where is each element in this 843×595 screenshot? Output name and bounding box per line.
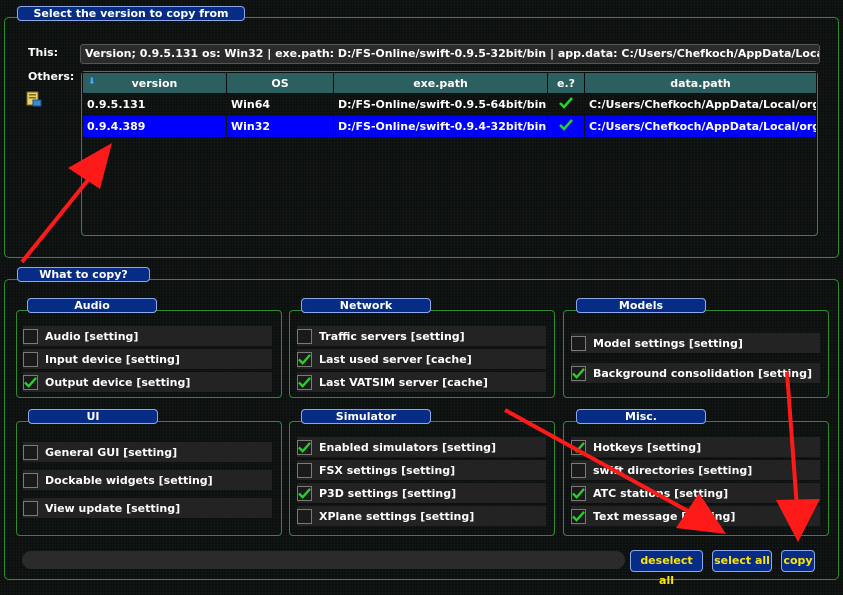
network-group-title: Network (301, 298, 431, 313)
checkbox-box[interactable] (297, 462, 312, 478)
checkbox-box[interactable] (23, 351, 38, 367)
checkbox-box[interactable] (297, 508, 312, 524)
fsx-settings-checkbox[interactable]: FSX settings [setting] (297, 460, 546, 480)
what-to-copy-legend: What to copy? (17, 267, 150, 282)
column-header-exe-path[interactable]: exe.path (333, 72, 548, 94)
copy-button[interactable]: copy (781, 550, 815, 572)
output-device-checkbox[interactable]: Output device [setting] (23, 372, 272, 392)
column-header-version[interactable]: ⬇ version (82, 72, 227, 94)
models-group-title: Models (576, 298, 706, 313)
input-device-checkbox[interactable]: Input device [setting] (23, 349, 272, 369)
models-group (563, 310, 829, 398)
view-update-checkbox[interactable]: View update [setting] (23, 498, 272, 518)
checkbox-box[interactable] (571, 462, 586, 478)
row-os: Win64 (231, 98, 271, 111)
row-data-path: C:/Users/Chefkoch/AppData/Local/org.swi (584, 115, 817, 138)
model-settings-checkbox[interactable]: Model settings [setting] (571, 333, 820, 353)
last-vatsim-server-checkbox[interactable]: Last VATSIM server [cache] (297, 372, 546, 392)
checkmark-icon[interactable] (571, 439, 586, 455)
general-gui-checkbox[interactable]: General GUI [setting] (23, 442, 272, 462)
select-all-button[interactable]: select all (712, 550, 772, 572)
row-os: Win32 (226, 115, 334, 138)
table-row[interactable]: 0.9.5.131 Win64 D:/FS-Online/swift-0.9.5… (83, 94, 817, 116)
versions-table: ⬇ version OS exe.path e.? data.path 0.9.… (82, 72, 817, 138)
checkbox-box[interactable] (23, 472, 38, 488)
last-used-server-checkbox[interactable]: Last used server [cache] (297, 349, 546, 369)
column-header-data-path[interactable]: data.path (584, 72, 817, 94)
audio-group-title: Audio (27, 298, 157, 313)
row-exists-check-icon (547, 115, 585, 138)
column-header-exists[interactable]: e.? (547, 72, 585, 94)
row-version: 0.9.5.131 (87, 98, 146, 111)
dockable-widgets-checkbox[interactable]: Dockable widgets [setting] (23, 470, 272, 490)
hotkeys-checkbox[interactable]: Hotkeys [setting] (571, 437, 820, 457)
traffic-servers-checkbox[interactable]: Traffic servers [setting] (297, 326, 546, 346)
this-version-field[interactable]: Version; 0.9.5.131 os: Win32 | exe.path:… (80, 44, 820, 64)
open-folder-icon[interactable] (26, 91, 42, 107)
checkmark-icon[interactable] (297, 439, 312, 455)
p3d-settings-checkbox[interactable]: P3D settings [setting] (297, 483, 546, 503)
text-message-checkbox[interactable]: Text message [setting] (571, 506, 820, 526)
table-row-selected[interactable]: 0.9.4.389 Win32 D:/FS-Online/swift-0.9.4… (82, 115, 817, 138)
simulator-group-title: Simulator (301, 409, 431, 424)
row-exe-path: D:/FS-Online/swift-0.9.4-32bit/bin (333, 115, 548, 138)
others-label: Others: (28, 70, 75, 83)
sort-indicator-icon: ⬇ (88, 77, 96, 87)
xplane-settings-checkbox[interactable]: XPlane settings [setting] (297, 506, 546, 526)
table-header-row: ⬇ version OS exe.path e.? data.path (82, 72, 817, 94)
row-data-path: C:/Users/Chefkoch/AppData/Local/org.swi (589, 98, 816, 111)
checkmark-icon[interactable] (23, 374, 38, 390)
checkbox-box[interactable] (571, 335, 586, 351)
row-exists-check-icon (548, 94, 585, 116)
source-version-legend: Select the version to copy from (17, 6, 245, 21)
audio-setting-checkbox[interactable]: Audio [setting] (23, 326, 272, 346)
deselect-all-button[interactable]: deselect all (630, 550, 703, 587)
checkbox-box[interactable] (23, 444, 38, 460)
row-version: 0.9.4.389 (82, 115, 227, 138)
checkbox-box[interactable] (23, 500, 38, 516)
column-header-os[interactable]: OS (226, 72, 334, 94)
swift-directories-checkbox[interactable]: swift directories [setting] (571, 460, 820, 480)
enabled-simulators-checkbox[interactable]: Enabled simulators [setting] (297, 437, 546, 457)
checkmark-icon[interactable] (571, 508, 586, 524)
checkmark-icon[interactable] (297, 351, 312, 367)
checkmark-icon[interactable] (571, 365, 586, 381)
background-consolidation-checkbox[interactable]: Background consolidation [setting] (571, 363, 820, 383)
checkmark-icon[interactable] (297, 485, 312, 501)
checkbox-box[interactable] (23, 328, 38, 344)
checkmark-icon[interactable] (571, 485, 586, 501)
this-label: This: (28, 46, 59, 59)
checkmark-icon[interactable] (297, 374, 312, 390)
row-exe-path: D:/FS-Online/swift-0.9.5-64bit/bin (338, 98, 547, 111)
ui-group-title: UI (28, 409, 158, 424)
misc-group-title: Misc. (576, 409, 706, 424)
checkbox-box[interactable] (297, 328, 312, 344)
atc-stations-checkbox[interactable]: ATC stations [setting] (571, 483, 820, 503)
progress-bar (22, 551, 625, 569)
